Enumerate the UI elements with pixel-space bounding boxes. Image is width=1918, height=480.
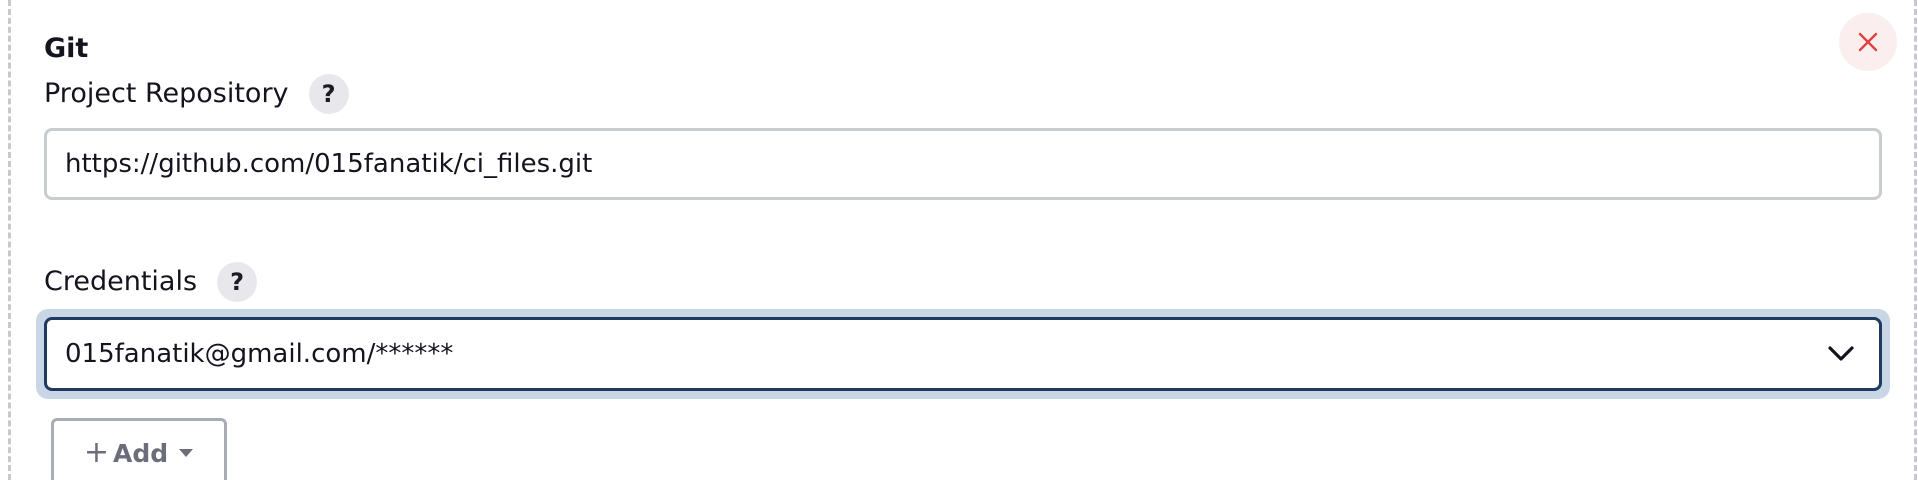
close-icon [1857, 31, 1879, 53]
credentials-help-button[interactable]: ? [217, 262, 258, 302]
repository-help-button[interactable]: ? [308, 74, 349, 114]
repository-label: Project Repository [44, 78, 289, 109]
credentials-selected-value: 015fanatik@gmail.com/****** [65, 339, 454, 369]
panel-border-left [8, 0, 11, 480]
credentials-select-focus-ring: 015fanatik@gmail.com/****** [36, 309, 1890, 399]
repository-url-value: https://github.com/015fanatik/ci_files.g… [65, 149, 593, 179]
plus-icon: + [83, 435, 109, 470]
panel-border-right [1914, 0, 1917, 480]
credentials-select[interactable]: 015fanatik@gmail.com/****** [44, 317, 1882, 391]
chevron-down-icon [1827, 345, 1861, 363]
caret-down-icon [168, 448, 194, 458]
repository-url-input[interactable]: https://github.com/015fanatik/ci_files.g… [44, 128, 1882, 200]
add-button-label: Add [113, 438, 169, 468]
git-scm-config-panel: Git Project Repository ? https://github.… [0, 0, 1918, 480]
credentials-label: Credentials [44, 266, 198, 297]
add-credentials-button[interactable]: + Add [51, 418, 227, 480]
close-button[interactable] [1839, 13, 1897, 71]
credentials-field-label: Credentials ? [44, 262, 258, 302]
section-title: Git [44, 33, 89, 64]
repository-field-label: Project Repository ? [44, 74, 349, 114]
